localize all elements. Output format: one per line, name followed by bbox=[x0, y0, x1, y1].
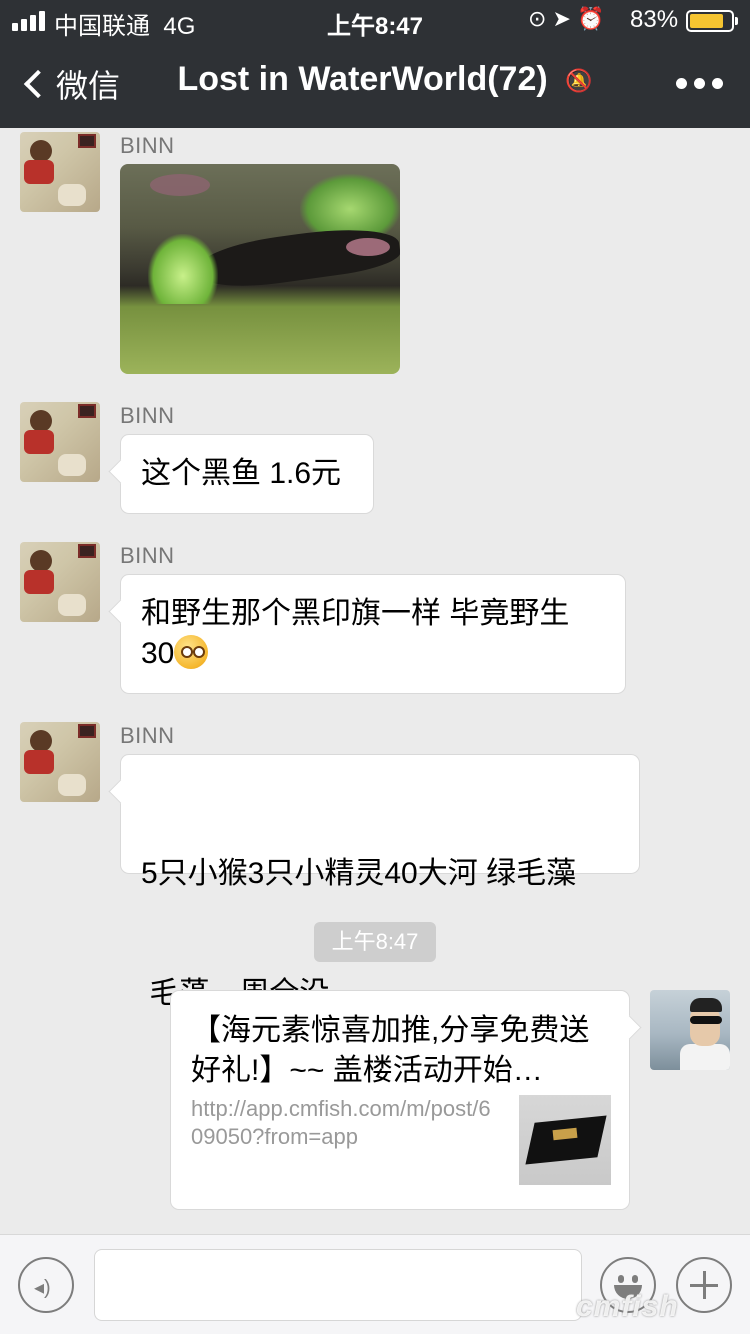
message-bubble[interactable]: 5只小猴3只小精灵40大河 绿毛藻 毛藻一周全没 bbox=[120, 754, 640, 1010]
message-input[interactable] bbox=[94, 1249, 582, 1321]
watermark: cmfish bbox=[576, 1290, 679, 1323]
avatar[interactable] bbox=[20, 722, 100, 802]
link-thumbnail bbox=[519, 1095, 611, 1185]
link-title: 【海元素惊喜加推,分享免费送好礼!】~~ 盖楼活动开始… bbox=[191, 1014, 590, 1087]
sender-name: BINN bbox=[120, 543, 175, 568]
more-options-button[interactable] bbox=[676, 78, 724, 90]
battery-icon bbox=[686, 10, 738, 32]
status-icons: ⊙ ➤ ⏰ bbox=[528, 6, 605, 31]
sender-name: BINN bbox=[120, 723, 175, 748]
plus-button[interactable] bbox=[676, 1257, 732, 1313]
avatar[interactable] bbox=[20, 132, 100, 212]
message-text: 5只小猴3只小精灵40大河 绿毛藻 bbox=[141, 857, 577, 890]
dot-icon bbox=[694, 78, 705, 89]
chat-title: Lost in WaterWorld(72) bbox=[177, 60, 548, 98]
dot-icon bbox=[676, 78, 687, 89]
mute-bell-icon: 🔕 bbox=[565, 68, 593, 94]
flushed-emoji-icon bbox=[174, 635, 209, 669]
back-label: 微信 bbox=[56, 68, 121, 104]
link-url: http://app.cmfish.com/m/post/609050?from… bbox=[191, 1096, 491, 1149]
avatar[interactable] bbox=[20, 402, 100, 482]
voice-icon: ◂) bbox=[34, 1277, 51, 1299]
message-bubble[interactable]: 和野生那个黑印旗一样 毕竟野生 30 bbox=[120, 574, 626, 694]
top-bar: 中国联通 4G 上午8:47 ⊙ ➤ ⏰ 83% 微信 Lost in Wate… bbox=[0, 0, 750, 128]
message-text: 这个黑鱼 1.6元 bbox=[141, 457, 342, 490]
link-card[interactable]: 【海元素惊喜加推,分享免费送好礼!】~~ 盖楼活动开始… http://app.… bbox=[170, 990, 630, 1210]
chevron-left-icon bbox=[23, 69, 53, 99]
message-text: 和野生那个黑印旗一样 毕竟野生 bbox=[141, 597, 570, 630]
aquarium-photo[interactable] bbox=[120, 164, 400, 374]
avatar[interactable] bbox=[20, 542, 100, 622]
battery-fill bbox=[690, 14, 723, 28]
battery-percent: 83% bbox=[630, 6, 679, 33]
dot-icon bbox=[712, 78, 723, 89]
voice-button[interactable]: ◂) bbox=[18, 1257, 74, 1313]
sender-name: BINN bbox=[120, 403, 175, 428]
my-avatar[interactable] bbox=[650, 990, 730, 1070]
back-button[interactable]: 微信 bbox=[18, 58, 120, 110]
status-bar: 中国联通 4G 上午8:47 ⊙ ➤ ⏰ 83% bbox=[0, 0, 750, 40]
nav-bar: 微信 Lost in WaterWorld(72) 🔕 bbox=[0, 40, 750, 128]
message-text: 30 bbox=[141, 637, 175, 670]
time-divider: 上午8:47 bbox=[314, 922, 436, 962]
sender-name: BINN bbox=[120, 133, 175, 158]
message-bubble[interactable]: 这个黑鱼 1.6元 bbox=[120, 434, 374, 514]
